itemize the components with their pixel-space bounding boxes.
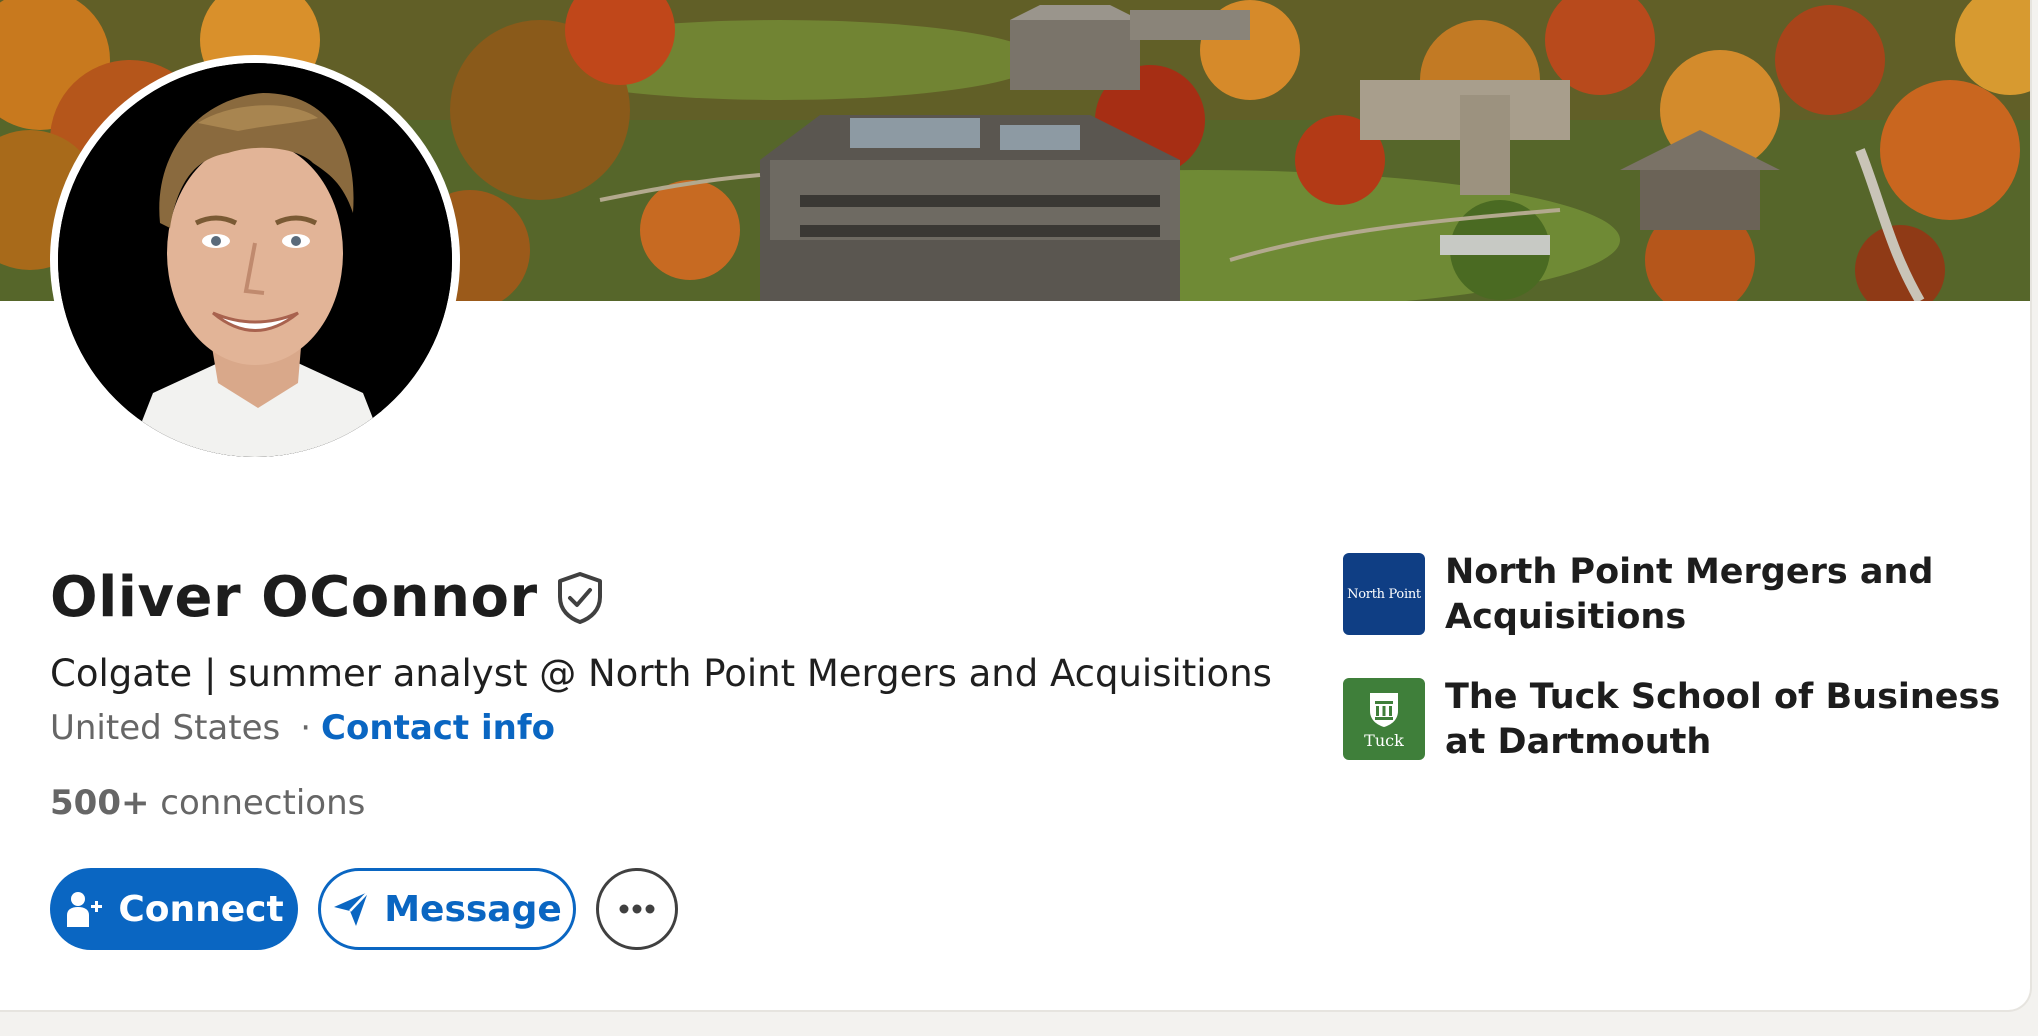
profile-location: United States	[50, 708, 281, 748]
north-point-logo-text: North Point	[1347, 586, 1421, 602]
profile-page: Oliver OConnor Colgate | summer analyst …	[0, 0, 2038, 1036]
message-label: Message	[384, 888, 562, 930]
profile-card: Oliver OConnor Colgate | summer analyst …	[0, 0, 2030, 1010]
tuck-shield-icon	[1370, 692, 1398, 727]
profile-name: Oliver OConnor	[50, 565, 538, 630]
connections-count[interactable]: 500+ connections	[50, 783, 365, 823]
org-item-education[interactable]: Tuck The Tuck School of Business at Dart…	[1343, 677, 2005, 765]
profile-organizations: North Point North Point Mergers and Acqu…	[1343, 552, 2005, 803]
shield-check-icon[interactable]	[556, 571, 604, 625]
connect-button[interactable]: Connect	[50, 868, 298, 950]
contact-info-link[interactable]: Contact info	[321, 708, 555, 748]
profile-headline: Colgate | summer analyst @ North Point M…	[50, 652, 1272, 695]
tuck-logo: Tuck	[1343, 678, 1425, 760]
separator-dot: ·	[300, 708, 312, 748]
location-row: United States · Contact info	[50, 708, 555, 748]
org-item-current-company[interactable]: North Point North Point Mergers and Acqu…	[1343, 552, 2005, 640]
paper-plane-icon	[332, 890, 370, 928]
name-row: Oliver OConnor	[50, 565, 604, 630]
connections-number: 500+	[50, 783, 150, 823]
profile-photo[interactable]	[50, 55, 460, 465]
tuck-logo-text: Tuck	[1364, 730, 1404, 750]
connect-label: Connect	[118, 888, 284, 930]
message-button[interactable]: Message	[318, 868, 576, 950]
more-horizontal-icon	[619, 904, 655, 914]
profile-actions: Connect Message	[50, 868, 678, 950]
org-name: The Tuck School of Business at Dartmouth	[1445, 677, 2001, 762]
north-point-logo: North Point	[1343, 553, 1425, 635]
add-person-icon	[64, 889, 104, 929]
connections-label: connections	[160, 783, 366, 823]
org-name: North Point Mergers and Acquisitions	[1445, 552, 1934, 637]
more-actions-button[interactable]	[596, 868, 678, 950]
